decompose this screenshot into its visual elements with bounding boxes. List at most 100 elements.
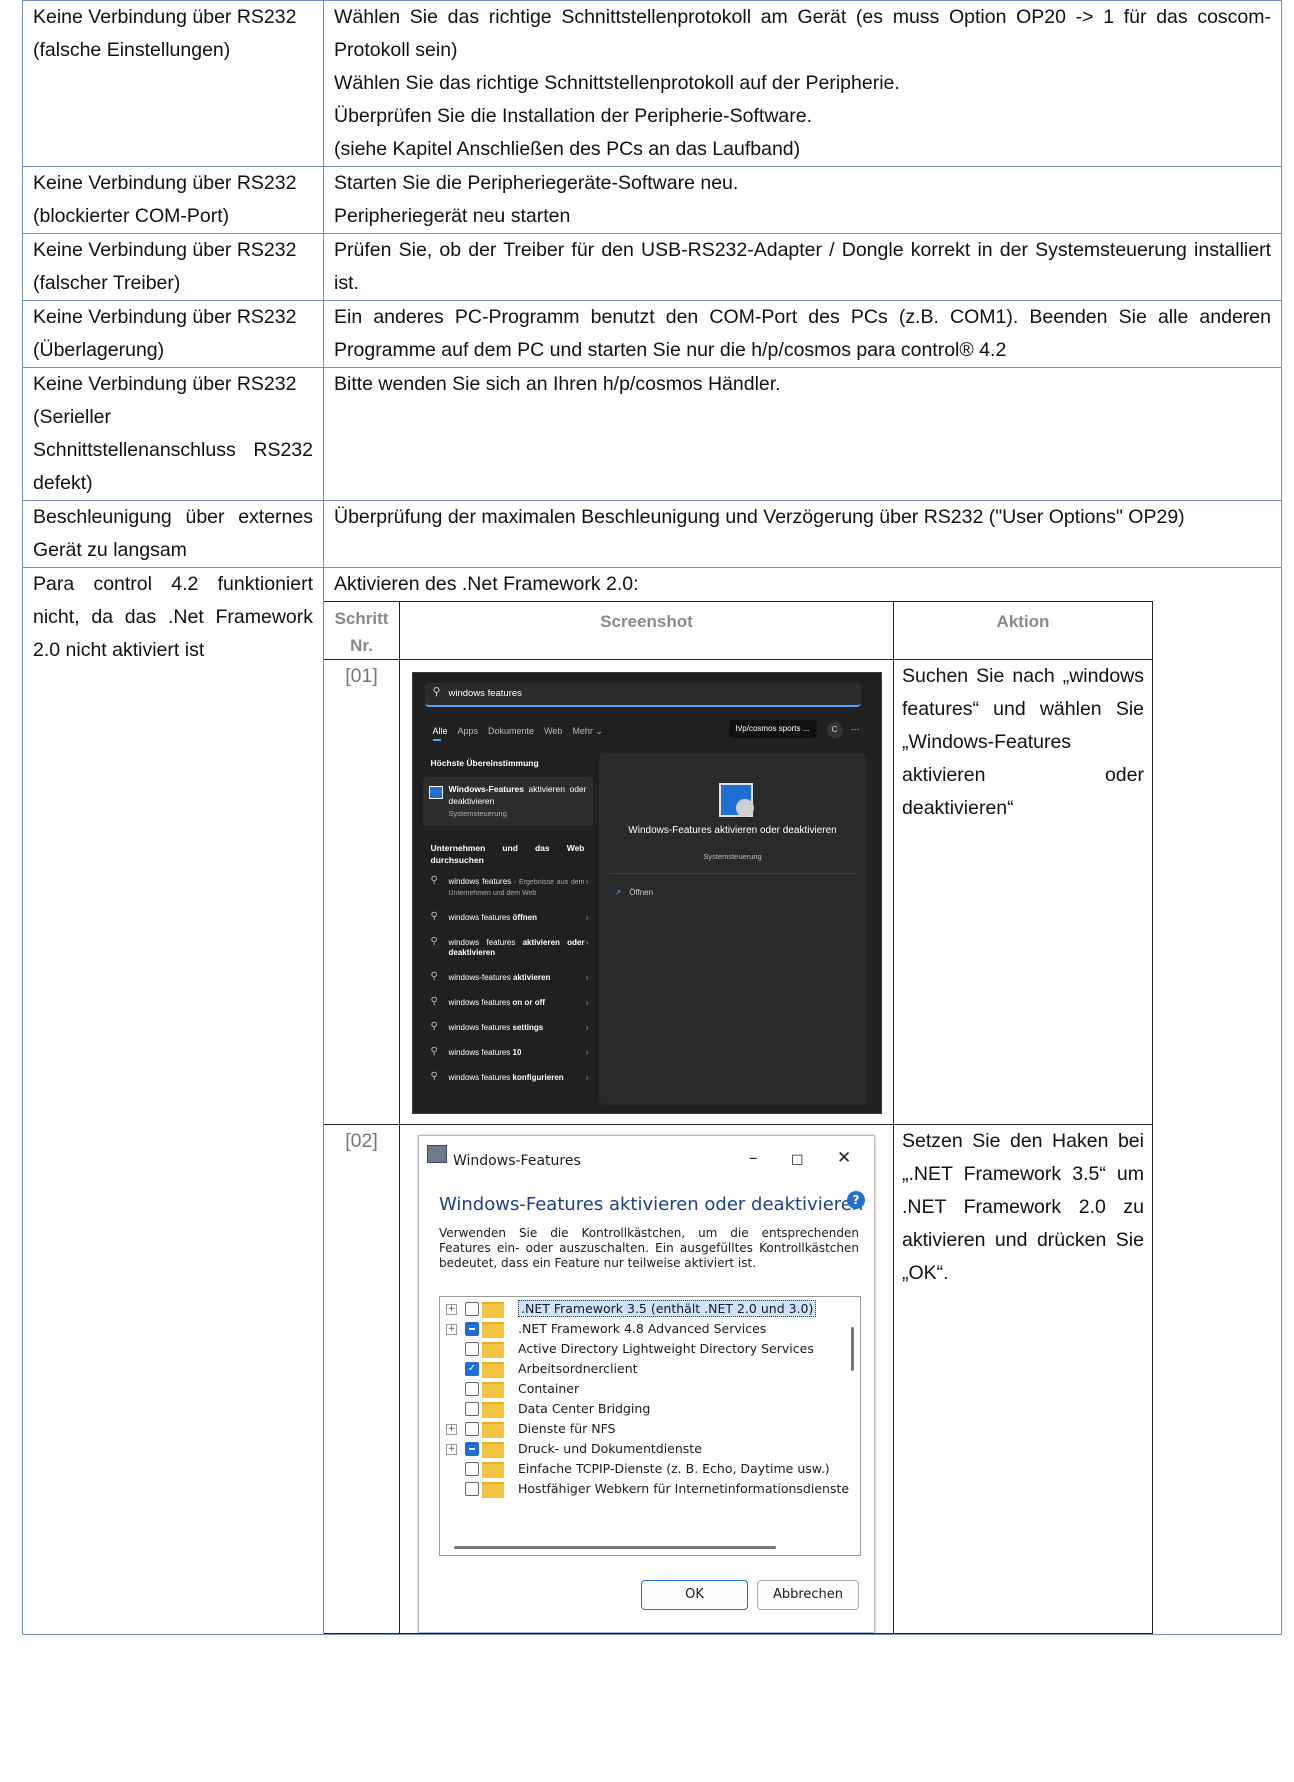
feature-item[interactable]: ✓ Arbeitsordnerclient (440, 1359, 860, 1379)
step-action: Suchen Sie nach „windows features“ und w… (893, 659, 1153, 1125)
feature-item[interactable]: Container (440, 1379, 860, 1399)
expand-icon[interactable]: + (446, 1444, 457, 1455)
feature-label: Hostfähiger Webkern für Internetinformat… (518, 1481, 850, 1496)
close-icon[interactable]: ✕ (837, 1142, 851, 1175)
dialog-titlebar: Windows-Features – ☐ ✕ (419, 1136, 874, 1174)
account-chip[interactable]: h/p/cosmos sports ... (728, 720, 817, 738)
feature-checkbox[interactable] (465, 1482, 479, 1496)
result-text: windows features (448, 1023, 513, 1032)
problem-text: (falsche Einstellungen) (33, 39, 231, 61)
screenshot-header: Screenshot (399, 601, 894, 660)
tab-documents[interactable]: Dokumente (488, 726, 534, 736)
folder-icon (482, 1482, 504, 1498)
table-row: Beschleunigung über externes Gerät zu la… (22, 500, 1282, 568)
folder-icon (482, 1342, 504, 1358)
feature-item[interactable]: Data Center Bridging (440, 1399, 860, 1419)
solution-text: Überprüfen Sie die Installation der Peri… (334, 105, 813, 127)
search-input[interactable]: windows features (449, 688, 522, 700)
expand-icon[interactable]: + (446, 1304, 457, 1315)
step-number: [01] (323, 659, 400, 1125)
problem-cell: Keine Verbindung über RS232 (blockierter … (22, 166, 324, 234)
feature-checkbox[interactable] (465, 1442, 479, 1456)
feature-item[interactable]: + Druck- und Dokumentdienste (440, 1439, 860, 1459)
search-result-item[interactable]: ⚲ windows features konfigurieren › (423, 1066, 593, 1091)
feature-checkbox[interactable] (465, 1462, 479, 1476)
expand-icon[interactable]: + (446, 1424, 457, 1435)
solution-cell: Wählen Sie das richtige Schnittstellenpr… (323, 0, 1282, 167)
table-row: Keine Verbindung über RS232 (falsche Eins… (22, 0, 1282, 167)
feature-item[interactable]: Einfache TCPIP-Dienste (z. B. Echo, Dayt… (440, 1459, 860, 1479)
result-text-bold: 10 (512, 1048, 522, 1057)
features-tree[interactable]: + .NET Framework 3.5 (enthält .NET 2.0 un… (439, 1296, 861, 1556)
search-result-item[interactable]: ⚲ windows-features aktivieren › (423, 966, 593, 991)
feature-item[interactable]: Hostfähiger Webkern für Internetinformat… (440, 1479, 860, 1499)
chevron-right-icon: › (585, 1023, 589, 1032)
folder-icon (482, 1322, 504, 1338)
ok-button[interactable]: OK (641, 1580, 748, 1610)
feature-checkbox[interactable] (465, 1302, 479, 1316)
feature-item[interactable]: + Dienste für NFS (440, 1419, 860, 1439)
feature-checkbox[interactable] (465, 1402, 479, 1416)
feature-item[interactable]: + .NET Framework 3.5 (enthält .NET 2.0 un… (440, 1299, 860, 1319)
result-text-bold: on or off (512, 998, 545, 1007)
more-options-icon[interactable]: ··· (851, 723, 860, 735)
expand-icon[interactable]: + (446, 1324, 457, 1335)
search-result-item[interactable]: ⚲ windows features - Ergebnisse aus dem U… (423, 870, 593, 906)
result-text-bold: konfigurieren (512, 1073, 564, 1082)
best-match-item[interactable]: Windows-Features aktivieren oder deaktiv… (422, 777, 593, 826)
tab-more[interactable]: Mehr ⌄ (572, 726, 603, 736)
search-bar[interactable]: ⚲ windows features (424, 683, 861, 707)
feature-label: .NET Framework 4.8 Advanced Services (518, 1321, 767, 1336)
search-result-item[interactable]: ⚲ windows features 10 › (423, 1041, 593, 1066)
feature-checkbox[interactable] (465, 1322, 479, 1336)
table-row: Para control 4.2 funktioniert nicht, da … (22, 567, 1282, 1635)
feature-checkbox[interactable]: ✓ (465, 1362, 479, 1376)
solution-cell: Überprüfung der maximalen Beschleunigung… (323, 500, 1282, 568)
feature-item[interactable]: + .NET Framework 4.8 Advanced Services (440, 1319, 860, 1339)
maximize-icon[interactable]: ☐ (791, 1145, 804, 1178)
search-icon: ⚲ (430, 911, 438, 922)
folder-icon (482, 1442, 504, 1458)
tab-all[interactable]: Alle (433, 726, 448, 736)
preview-subtitle: Systemsteuerung (703, 852, 762, 861)
solution-text: Überprüfung der maximalen Beschleunigung… (334, 506, 1185, 528)
feature-item[interactable]: Active Directory Lightweight Directory S… (440, 1339, 860, 1359)
search-icon: ⚲ (430, 971, 438, 982)
step-row: [02] Windows-Features – ☐ ✕ Windows-Feat… (323, 1124, 1153, 1634)
tab-web[interactable]: Web (544, 726, 562, 736)
folder-icon (482, 1422, 504, 1438)
problem-text: Beschleunigung über externes Gerät zu la… (33, 506, 313, 561)
folder-icon (482, 1302, 504, 1318)
cancel-button[interactable]: Abbrechen (757, 1580, 859, 1610)
search-result-item[interactable]: ⚲ windows features settings › (423, 1016, 593, 1041)
tab-apps[interactable]: Apps (458, 726, 479, 736)
horizontal-scrollbar[interactable] (454, 1546, 776, 1549)
result-text: windows features (448, 1048, 513, 1057)
open-label: Öffnen (629, 888, 654, 897)
problem-text: Keine Verbindung über RS232 (33, 373, 297, 395)
folder-icon (482, 1462, 504, 1478)
feature-checkbox[interactable] (465, 1382, 479, 1396)
best-match-subtitle: Systemsteuerung (448, 809, 507, 818)
problem-cell: Para control 4.2 funktioniert nicht, da … (22, 567, 324, 1635)
feature-checkbox[interactable] (465, 1342, 479, 1356)
solution-text: Wählen Sie das richtige Schnittstellenpr… (334, 72, 900, 94)
gear-icon (735, 799, 754, 817)
solution-cell: Prüfen Sie, ob der Treiber für den USB-R… (323, 233, 1282, 301)
chevron-right-icon: › (585, 913, 589, 922)
folder-icon (482, 1382, 504, 1398)
vertical-scrollbar[interactable] (851, 1327, 854, 1371)
account-avatar[interactable]: C (826, 722, 843, 738)
help-icon[interactable]: ? (847, 1191, 865, 1209)
feature-checkbox[interactable] (465, 1422, 479, 1436)
minimize-icon[interactable]: – (749, 1142, 758, 1175)
search-result-item[interactable]: ⚲ windows features öffnen › (423, 906, 593, 931)
search-result-item[interactable]: ⚲ windows features aktivieren oder deakti… (423, 931, 593, 966)
step-number: [02] (323, 1124, 400, 1634)
result-text: windows features (448, 1073, 513, 1082)
feature-label: Einfache TCPIP-Dienste (z. B. Echo, Dayt… (518, 1461, 830, 1476)
search-icon: ⚲ (432, 686, 441, 698)
open-action[interactable]: ↗ Öffnen (615, 887, 654, 899)
folder-icon (482, 1362, 504, 1378)
search-result-item[interactable]: ⚲ windows features on or off › (423, 991, 593, 1016)
